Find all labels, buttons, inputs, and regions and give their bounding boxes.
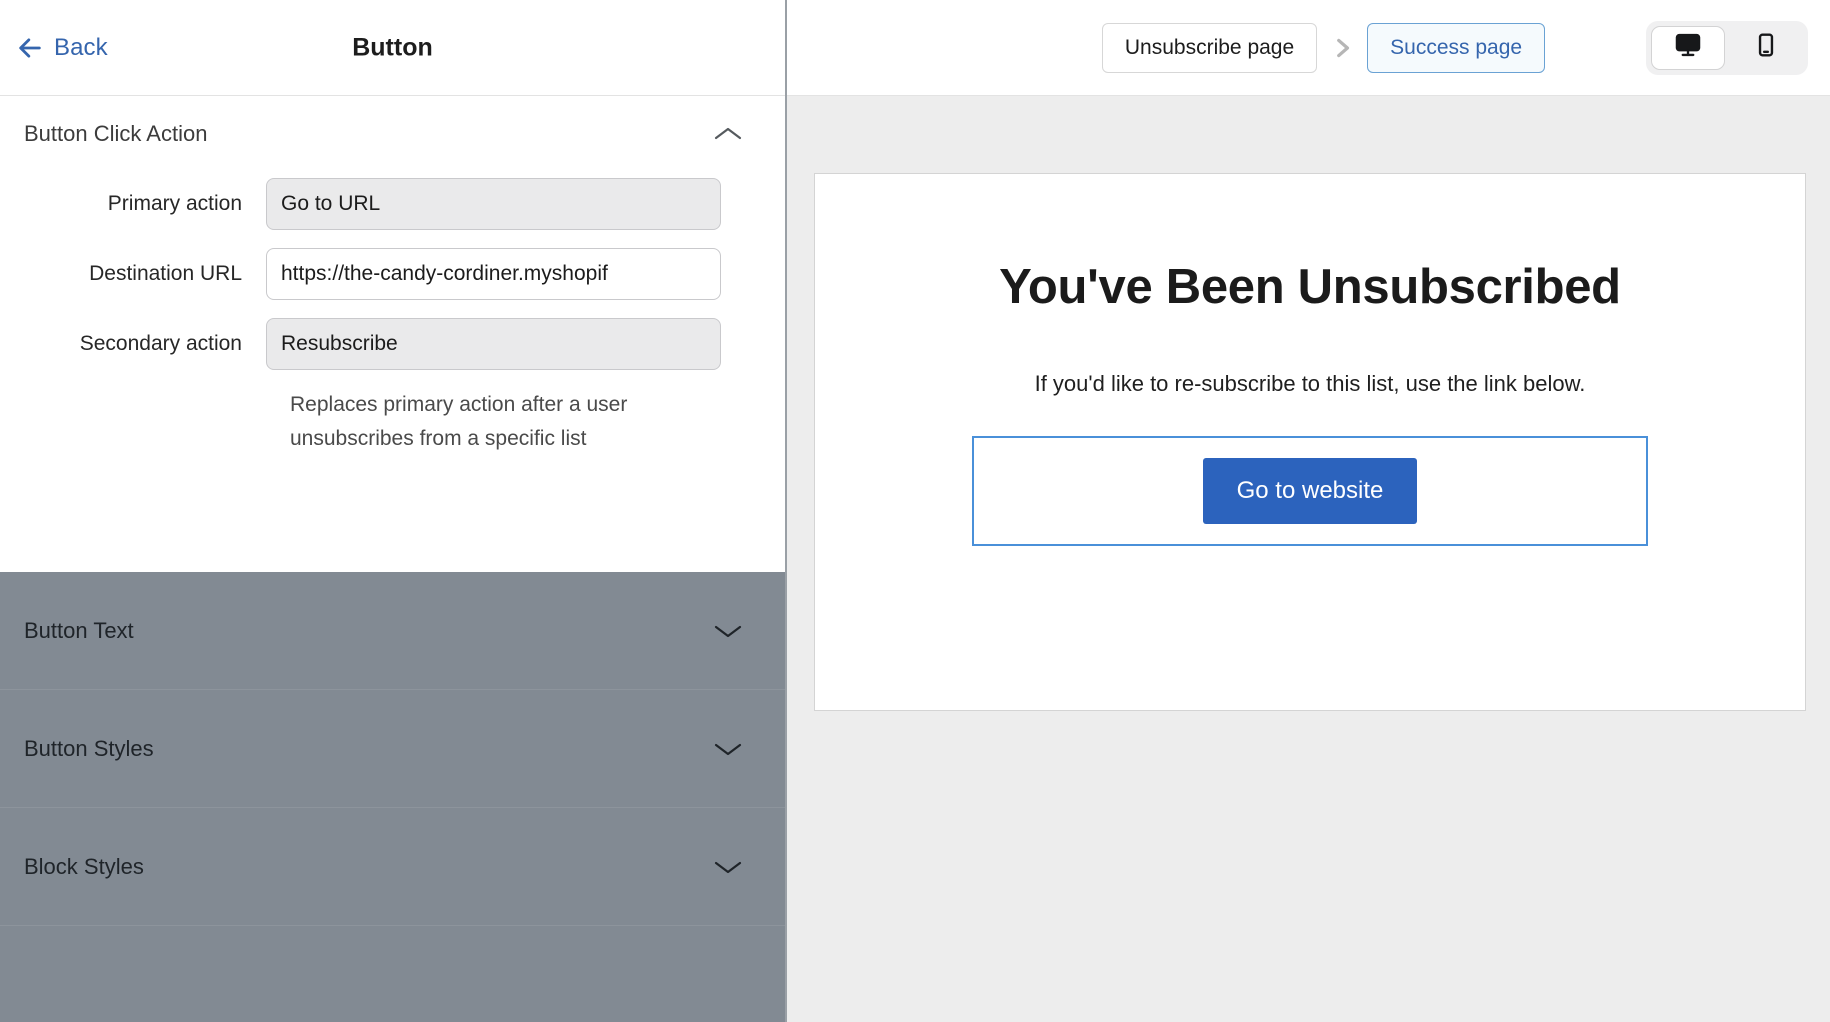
monitor-icon (1674, 31, 1702, 64)
arrow-left-icon (16, 34, 44, 62)
section-title: Button Styles (24, 736, 154, 762)
back-button-label: Back (54, 34, 108, 62)
tab-unsubscribe-page[interactable]: Unsubscribe page (1102, 23, 1317, 73)
chevron-down-icon[interactable] (711, 621, 745, 641)
field-row-primary-action: Primary action Go to URL (0, 178, 785, 230)
primary-action-select[interactable]: Go to URL (266, 178, 721, 230)
destination-url-label: Destination URL (0, 262, 266, 286)
panel-title: Button (0, 33, 785, 62)
chevron-down-icon[interactable] (711, 739, 745, 759)
tab-success-page[interactable]: Success page (1367, 23, 1545, 73)
go-to-website-button[interactable]: Go to website (1203, 458, 1418, 524)
destination-url-input[interactable]: https://the-candy-cordiner.myshopif (266, 248, 721, 300)
section-header-block-styles[interactable]: Block Styles (0, 808, 785, 926)
settings-panel: Back Button Button Click Action Primary … (0, 0, 787, 1022)
secondary-action-help-text: Replaces primary action after a user uns… (290, 388, 720, 456)
phone-icon (1753, 32, 1779, 63)
secondary-action-label: Secondary action (0, 332, 266, 356)
preview-canvas: You've Been Unsubscribed If you'd like t… (787, 96, 1830, 1022)
collapsed-sections-overlay: Button Text Button Styles Block Styles (0, 572, 785, 1022)
chevron-right-icon (1325, 35, 1359, 61)
section-title: Block Styles (24, 854, 144, 880)
preview-page-card: You've Been Unsubscribed If you'd like t… (814, 173, 1806, 711)
preview-pane: Unsubscribe page Success page (787, 0, 1830, 1022)
preview-toolbar: Unsubscribe page Success page (787, 0, 1830, 96)
section-title: Button Click Action (24, 121, 207, 147)
page-builder-screen: Back Button Button Click Action Primary … (0, 0, 1830, 1022)
selected-button-block[interactable]: Go to website (972, 436, 1648, 546)
preview-heading: You've Been Unsubscribed (999, 259, 1621, 315)
primary-action-label: Primary action (0, 192, 266, 216)
device-mobile-button[interactable] (1729, 26, 1803, 70)
chevron-down-icon[interactable] (711, 857, 745, 877)
button-click-action-form: Primary action Go to URL Destination URL… (0, 172, 785, 474)
back-button[interactable]: Back (16, 34, 108, 62)
chevron-up-icon[interactable] (711, 124, 745, 144)
section-header-button-click-action[interactable]: Button Click Action (0, 96, 785, 172)
field-row-secondary-action: Secondary action Resubscribe (0, 318, 785, 370)
section-header-button-text[interactable]: Button Text (0, 572, 785, 690)
device-desktop-button[interactable] (1651, 26, 1725, 70)
settings-panel-header: Back Button (0, 0, 785, 96)
section-header-button-styles[interactable]: Button Styles (0, 690, 785, 808)
section-title: Button Text (24, 618, 134, 644)
device-preview-toggle (1646, 21, 1808, 75)
page-breadcrumb-tabs: Unsubscribe page Success page (1072, 23, 1545, 73)
preview-subtext: If you'd like to re-subscribe to this li… (1035, 371, 1586, 397)
secondary-action-select[interactable]: Resubscribe (266, 318, 721, 370)
field-row-destination-url: Destination URL https://the-candy-cordin… (0, 248, 785, 300)
